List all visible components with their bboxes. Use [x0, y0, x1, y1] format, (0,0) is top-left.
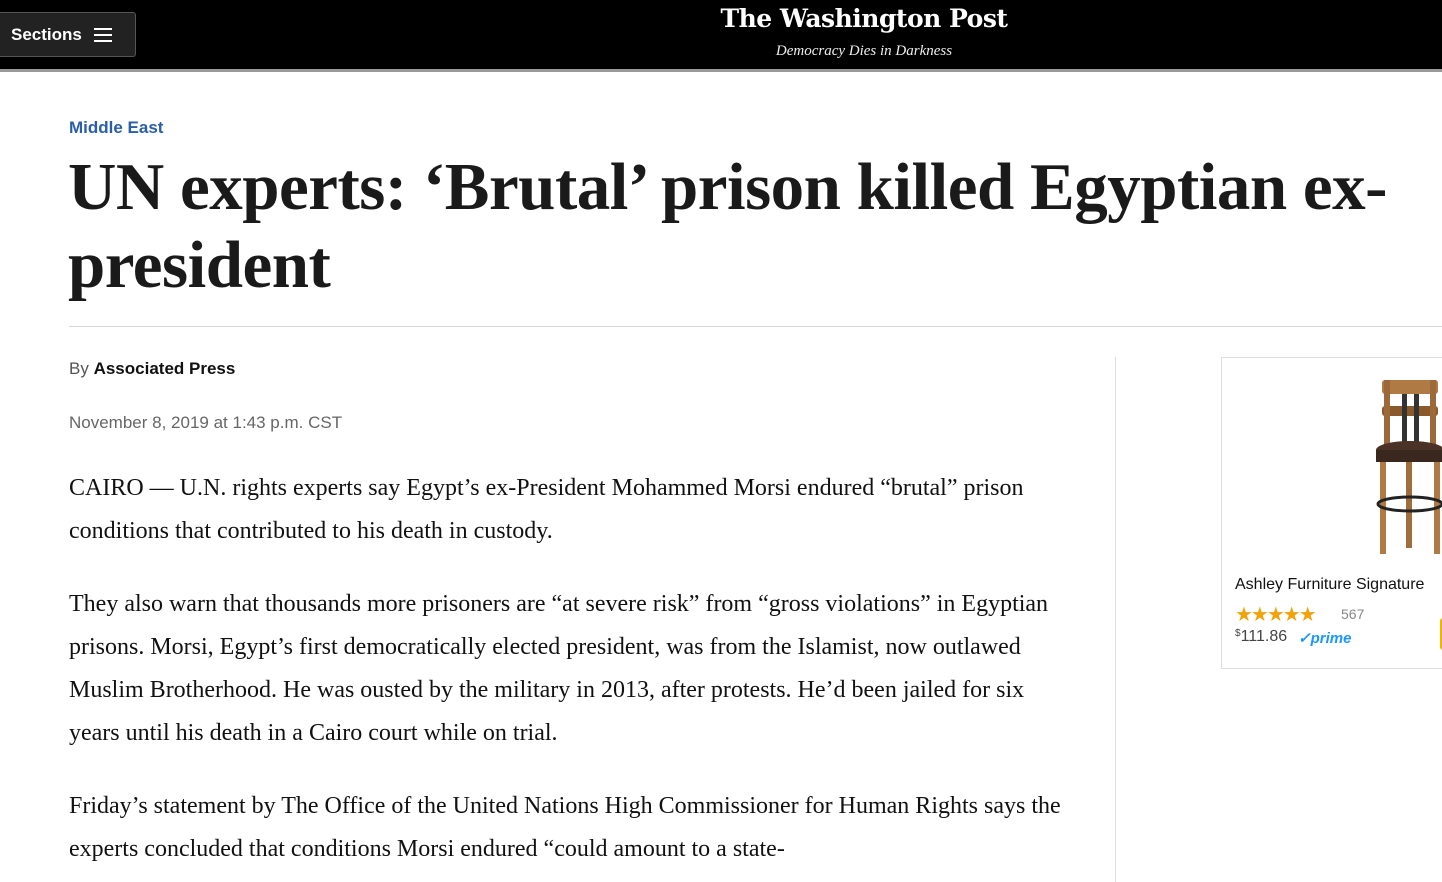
- star-rating-icon: ★★★★★: [1235, 604, 1317, 626]
- section-kicker-link[interactable]: Middle East: [69, 118, 163, 138]
- byline-prefix: By: [69, 359, 89, 378]
- headline-divider: [69, 326, 1442, 327]
- product-ad[interactable]: Ashley Furniture Signature ★★★★★ 567 $11…: [1221, 357, 1442, 669]
- price-value: 111.86: [1240, 628, 1288, 645]
- article-paragraph: Friday’s statement by The Office of the …: [69, 793, 1061, 862]
- site-tagline: Democracy Dies in Darkness: [775, 43, 953, 59]
- byline: By Associated Press: [69, 359, 235, 379]
- publish-date: November 8, 2019 at 1:43 p.m. CST: [69, 413, 343, 432]
- site-logo[interactable]: The Washington Post: [0, 4, 1442, 33]
- author-link[interactable]: Associated Press: [94, 359, 236, 378]
- article-headline: UN experts: ‘Brutal’ prison killed Egypt…: [68, 150, 1387, 302]
- bar-stool-image: [1376, 380, 1442, 554]
- prime-badge-icon: ✓prime: [1298, 630, 1352, 647]
- site-header: Sections The Washington Post Democracy D…: [0, 0, 1442, 72]
- column-divider: [1115, 357, 1116, 882]
- ad-product-title[interactable]: Ashley Furniture Signature: [1235, 576, 1424, 594]
- rating-count: 567: [1341, 606, 1365, 622]
- article-paragraph: They also warn that thousands more priso…: [69, 591, 1049, 746]
- ad-price: $111.86: [1235, 628, 1287, 646]
- article-paragraph: CAIRO — U.N. rights experts say Egypt’s …: [69, 475, 1024, 544]
